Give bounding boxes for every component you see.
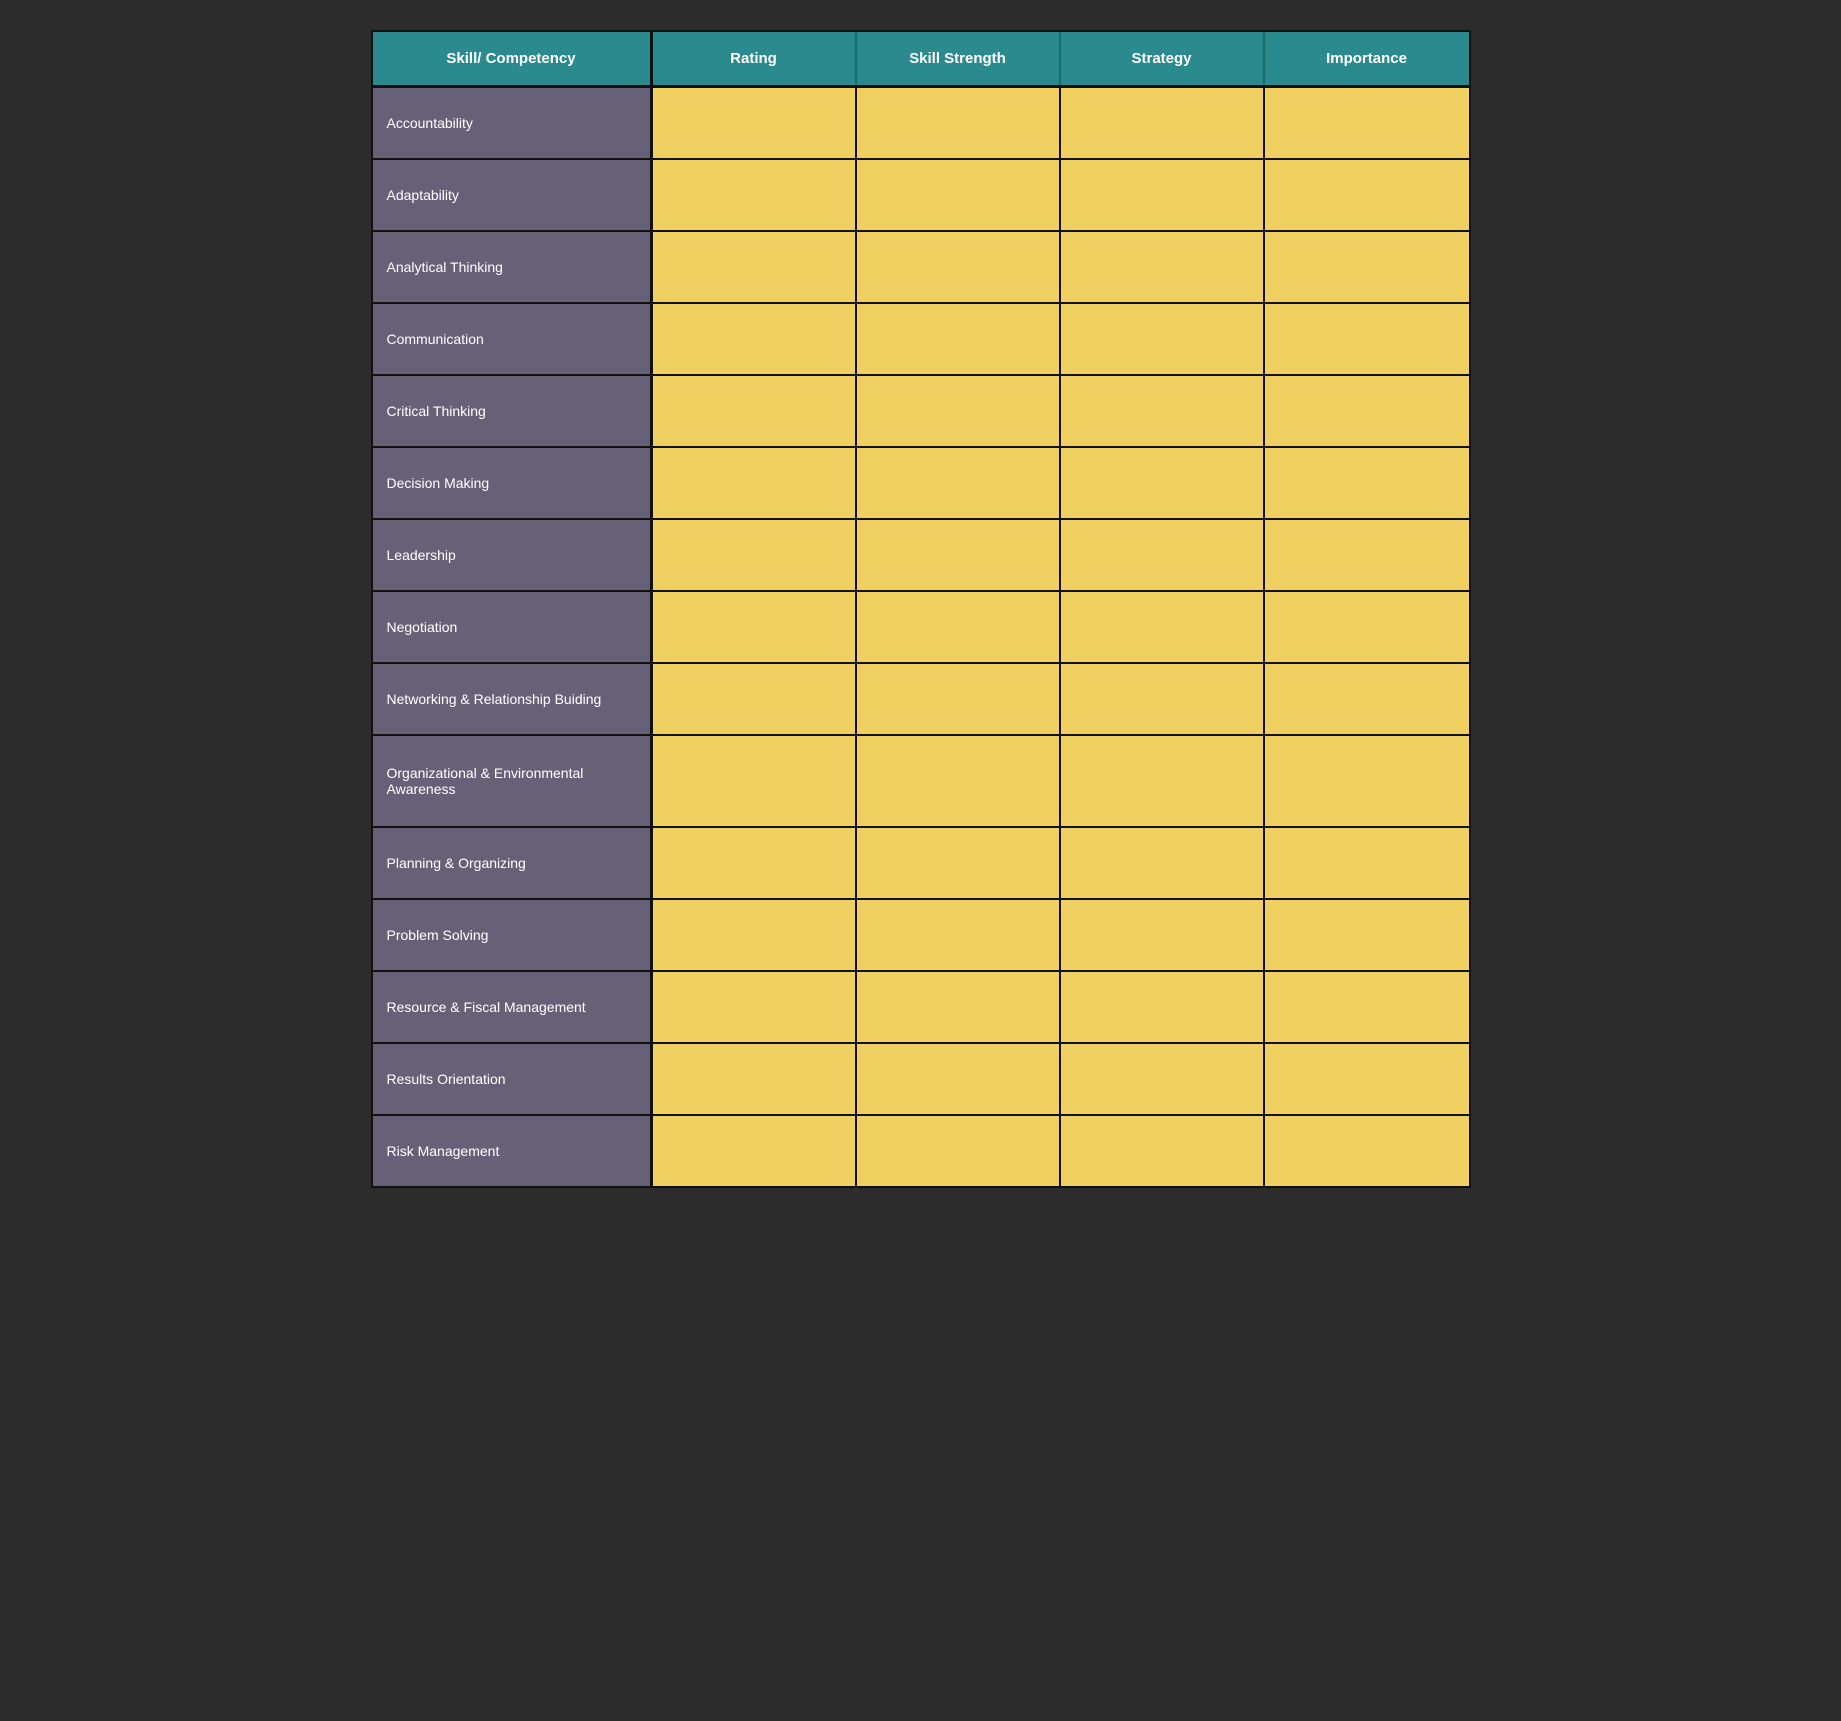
data-cell [1265, 900, 1469, 970]
data-cell [1061, 376, 1265, 446]
skill-label: Problem Solving [373, 900, 653, 970]
header-skill-strength: Skill Strength [857, 32, 1061, 85]
table-header: Skill/ Competency Rating Skill Strength … [373, 32, 1469, 85]
data-cell [857, 1044, 1061, 1114]
data-cell [857, 1116, 1061, 1186]
data-cell [857, 160, 1061, 230]
data-cell [857, 592, 1061, 662]
table-row: Planning & Organizing [373, 826, 1469, 898]
data-cell [1061, 448, 1265, 518]
skill-label: Analytical Thinking [373, 232, 653, 302]
data-cell [1061, 664, 1265, 734]
data-cell [857, 972, 1061, 1042]
data-cell [1265, 592, 1469, 662]
table-body: AccountabilityAdaptabilityAnalytical Thi… [373, 85, 1469, 1186]
data-cell [1265, 160, 1469, 230]
data-cell [653, 304, 857, 374]
data-cell [653, 736, 857, 826]
data-cell [653, 900, 857, 970]
data-cell [653, 592, 857, 662]
header-skill-competency: Skill/ Competency [373, 32, 653, 85]
data-cell [1061, 1044, 1265, 1114]
skills-table: Skill/ Competency Rating Skill Strength … [371, 30, 1471, 1188]
table-row: Decision Making [373, 446, 1469, 518]
table-row: Organizational & Environmental Awareness [373, 734, 1469, 826]
data-cell [653, 160, 857, 230]
data-cell [1265, 448, 1469, 518]
table-row: Adaptability [373, 158, 1469, 230]
data-cell [1265, 736, 1469, 826]
data-cell [1265, 232, 1469, 302]
header-strategy: Strategy [1061, 32, 1265, 85]
data-cell [1061, 304, 1265, 374]
skill-label: Resource & Fiscal Management [373, 972, 653, 1042]
data-cell [1265, 1044, 1469, 1114]
data-cell [1265, 520, 1469, 590]
skill-label: Organizational & Environmental Awareness [373, 736, 653, 826]
skill-label: Leadership [373, 520, 653, 590]
data-cell [857, 304, 1061, 374]
header-importance: Importance [1265, 32, 1469, 85]
data-cell [1265, 972, 1469, 1042]
data-cell [1061, 972, 1265, 1042]
data-cell [653, 376, 857, 446]
skill-label: Adaptability [373, 160, 653, 230]
data-cell [857, 828, 1061, 898]
data-cell [1061, 88, 1265, 158]
data-cell [857, 900, 1061, 970]
data-cell [857, 736, 1061, 826]
skill-label: Planning & Organizing [373, 828, 653, 898]
data-cell [857, 88, 1061, 158]
table-row: Accountability [373, 85, 1469, 158]
data-cell [1061, 592, 1265, 662]
table-row: Communication [373, 302, 1469, 374]
data-cell [1061, 1116, 1265, 1186]
data-cell [1265, 88, 1469, 158]
table-row: Networking & Relationship Buiding [373, 662, 1469, 734]
data-cell [1265, 376, 1469, 446]
skill-label: Accountability [373, 88, 653, 158]
data-cell [1061, 160, 1265, 230]
data-cell [1061, 736, 1265, 826]
table-row: Resource & Fiscal Management [373, 970, 1469, 1042]
data-cell [857, 520, 1061, 590]
data-cell [1265, 828, 1469, 898]
data-cell [1265, 1116, 1469, 1186]
data-cell [1061, 900, 1265, 970]
skill-label: Risk Management [373, 1116, 653, 1186]
skill-label: Communication [373, 304, 653, 374]
data-cell [653, 1044, 857, 1114]
table-row: Results Orientation [373, 1042, 1469, 1114]
data-cell [1061, 232, 1265, 302]
data-cell [857, 664, 1061, 734]
data-cell [653, 1116, 857, 1186]
table-row: Critical Thinking [373, 374, 1469, 446]
table-row: Negotiation [373, 590, 1469, 662]
skill-label: Decision Making [373, 448, 653, 518]
table-row: Leadership [373, 518, 1469, 590]
data-cell [857, 448, 1061, 518]
skill-label: Negotiation [373, 592, 653, 662]
data-cell [857, 232, 1061, 302]
data-cell [1265, 664, 1469, 734]
table-row: Risk Management [373, 1114, 1469, 1186]
table-row: Problem Solving [373, 898, 1469, 970]
data-cell [1061, 828, 1265, 898]
data-cell [653, 828, 857, 898]
data-cell [653, 520, 857, 590]
skill-label: Results Orientation [373, 1044, 653, 1114]
data-cell [653, 448, 857, 518]
header-rating: Rating [653, 32, 857, 85]
data-cell [653, 664, 857, 734]
data-cell [1061, 520, 1265, 590]
skill-label: Critical Thinking [373, 376, 653, 446]
data-cell [857, 376, 1061, 446]
data-cell [653, 972, 857, 1042]
data-cell [1265, 304, 1469, 374]
table-row: Analytical Thinking [373, 230, 1469, 302]
skill-label: Networking & Relationship Buiding [373, 664, 653, 734]
data-cell [653, 232, 857, 302]
data-cell [653, 88, 857, 158]
